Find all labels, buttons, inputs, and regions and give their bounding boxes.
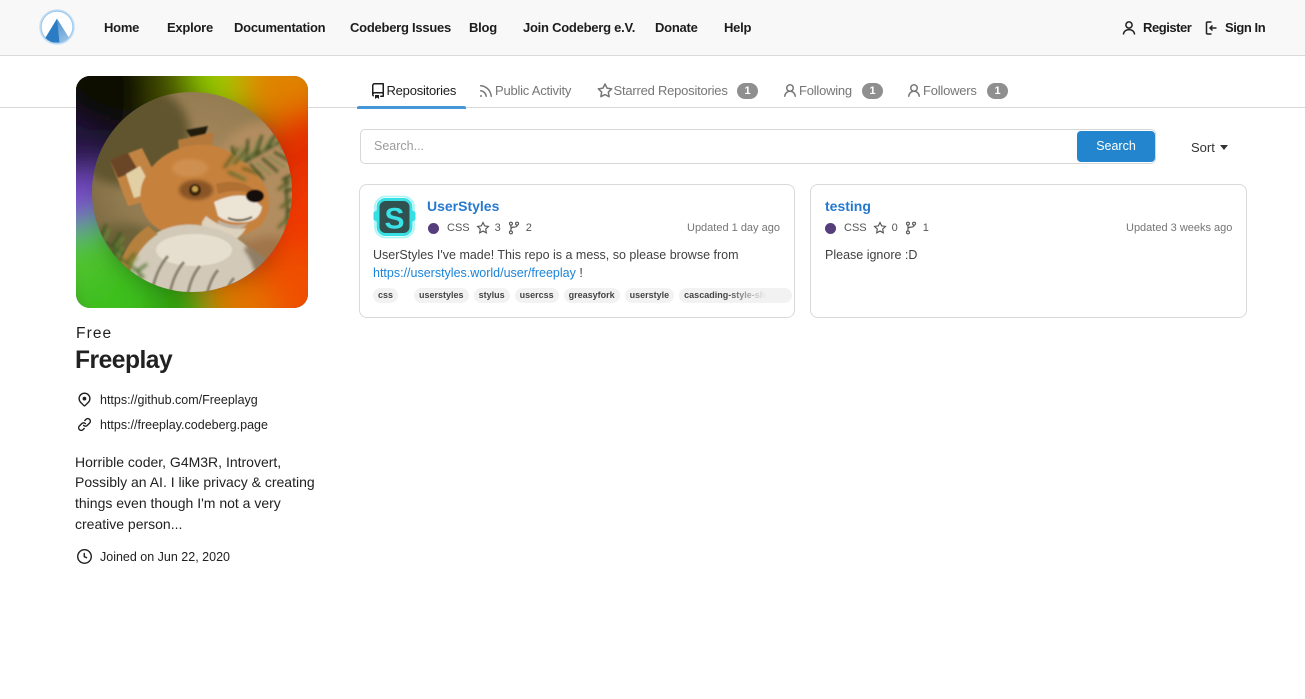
svg-text:S: S	[384, 203, 404, 236]
